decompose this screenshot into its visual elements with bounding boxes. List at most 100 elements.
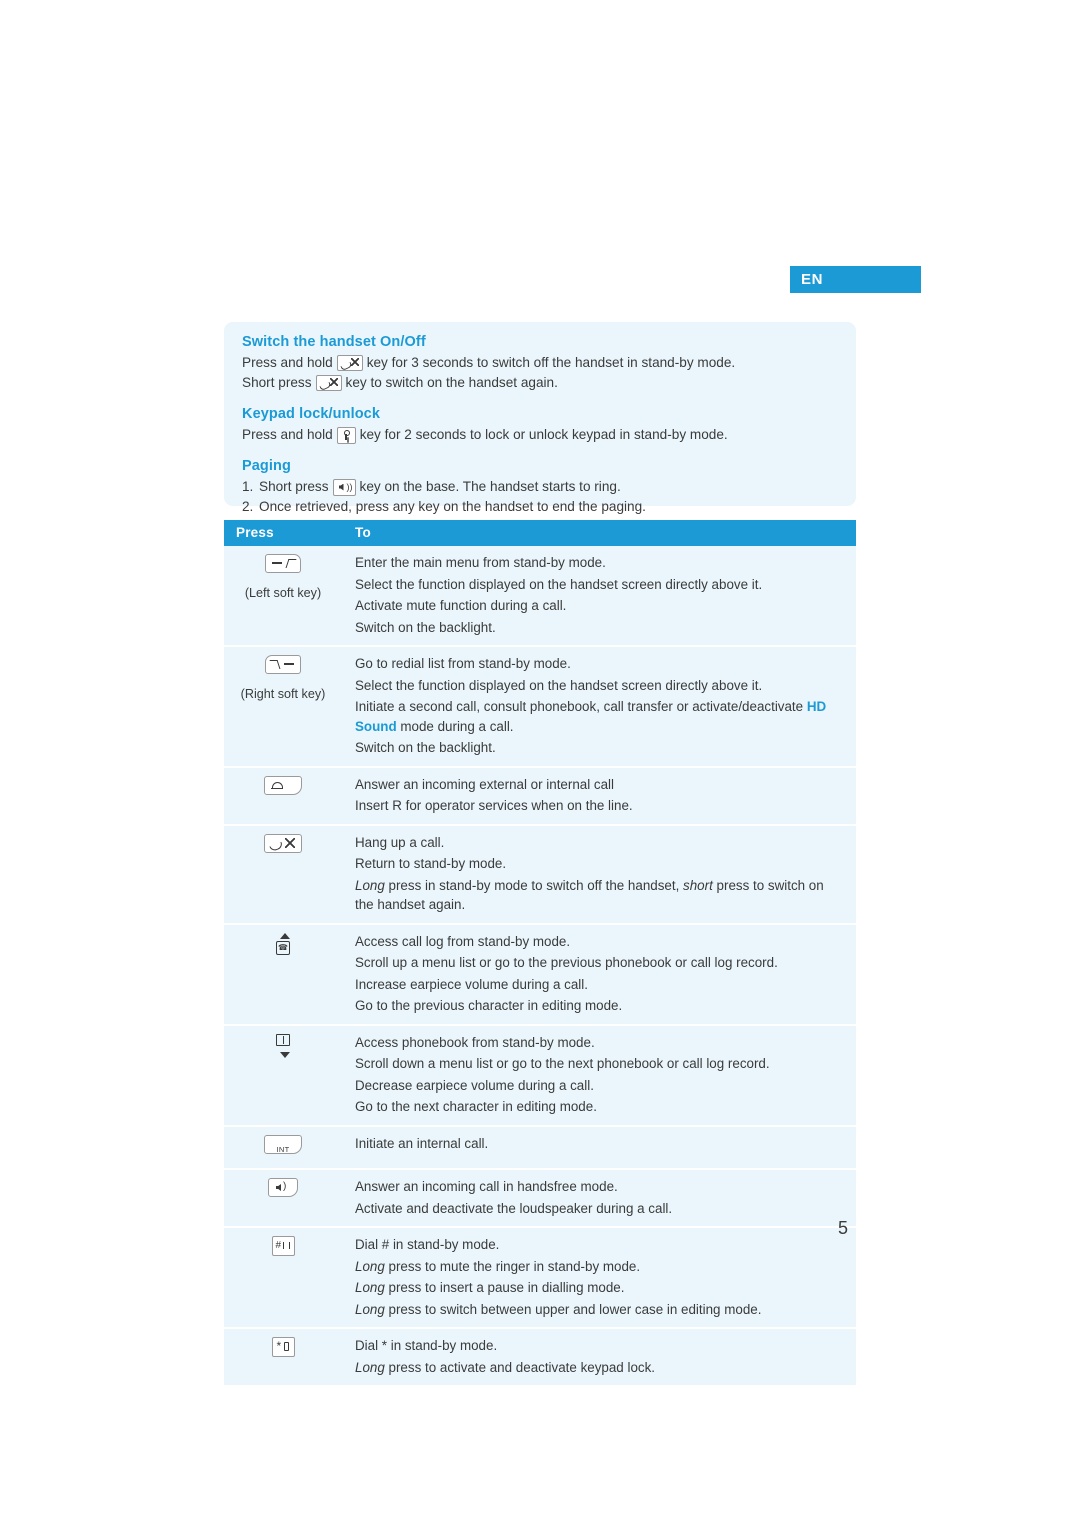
action-text: Access call log from stand-by mode. — [355, 933, 571, 949]
column-header-press: Press — [224, 520, 342, 546]
action-text: Go to the next character in editing mode… — [355, 1099, 597, 1114]
action-text: Switch on the backlight. — [355, 740, 496, 755]
action-text-long-press: Long press to activate and deactivate ke… — [355, 1359, 655, 1375]
instruction-line: 1. Short press key on the base. The hand… — [242, 477, 838, 497]
table-row: Access phonebook from stand-by mode. Scr… — [224, 1024, 856, 1127]
instruction-text-after: key for 3 seconds to switch off the hand… — [366, 355, 736, 370]
instruction-text-before: Press and hold — [242, 355, 333, 370]
description-cell: Dial * in stand-by mode. Long press to a… — [342, 1328, 856, 1387]
action-text: Select the function displayed on the han… — [355, 677, 763, 693]
intercom-key-icon — [264, 1134, 302, 1159]
table-row: (Right soft key) Go to redial list from … — [224, 646, 856, 768]
page-number: 5 — [838, 1218, 849, 1238]
instruction-text-before: Press and hold — [242, 427, 333, 442]
action-text: Activate and deactivate the loudspeaker … — [355, 1200, 673, 1216]
instruction-text-before: Short press — [242, 375, 312, 390]
key-cell — [224, 1328, 342, 1387]
description-cell: Initiate an internal call. — [342, 1125, 856, 1170]
action-text: Insert R for operator services when on t… — [355, 798, 633, 813]
talk-key-icon — [264, 775, 302, 795]
hd-sound-label: HD Sound — [355, 699, 827, 734]
instruction-line: Press and hold key for 2 seconds to lock… — [242, 425, 838, 445]
table-row: Dial # in stand-by mode. Long press to m… — [224, 1227, 856, 1329]
action-text-long-press: Long press to mute the ringer in stand-b… — [355, 1258, 641, 1274]
key-cell — [224, 766, 342, 826]
key-cell: (Left soft key) — [224, 546, 342, 647]
action-text-hd-sound: Initiate a second call, consult phoneboo… — [355, 699, 827, 734]
action-text-long-press: Long press in stand-by mode to switch of… — [355, 877, 824, 913]
key-cell — [224, 1024, 342, 1127]
hangup-key-icon — [336, 355, 363, 371]
emphasis-text: Long — [355, 1258, 385, 1274]
action-text-long-press: Long press to switch between upper and l… — [355, 1301, 762, 1317]
action-text-long-press: Long press to insert a pause in dialling… — [355, 1280, 625, 1295]
section-heading-paging: Paging — [242, 458, 291, 474]
table-row: (Left soft key) Enter the main menu from… — [224, 546, 856, 647]
action-text: Answer an incoming external or internal … — [355, 776, 615, 792]
hangup-key-icon — [264, 833, 302, 853]
instruction-line: Press and hold key for 3 seconds to swit… — [242, 353, 838, 373]
action-text: Dial # in stand-by mode. — [355, 1237, 500, 1252]
action-text: Go to redial list from stand-by mode. — [355, 656, 571, 671]
action-text: Select the function displayed on the han… — [355, 576, 763, 592]
instruction-text-before: Short press — [259, 479, 329, 494]
emphasis-text: Long — [355, 1280, 385, 1295]
star-key-icon — [271, 1337, 295, 1357]
description-cell: Access phonebook from stand-by mode. Scr… — [342, 1024, 856, 1127]
action-text: Access phonebook from stand-by mode. — [355, 1034, 595, 1050]
action-text: Decrease earpiece volume during a call. — [355, 1077, 594, 1093]
manual-page: EN Switch the handset On/Off Press and h… — [0, 0, 1080, 1528]
description-cell: Access call log from stand-by mode. Scro… — [342, 923, 856, 1026]
section-heading-switch-handset: Switch the handset On/Off — [242, 334, 426, 350]
key-cell — [224, 1227, 342, 1329]
key-cell — [224, 824, 342, 925]
keypad-lock-icon — [336, 426, 356, 444]
action-text: Switch on the backlight. — [355, 619, 496, 635]
description-cell: Answer an incoming call in handsfree mod… — [342, 1169, 856, 1228]
action-text: Scroll up a menu list or go to the previ… — [355, 955, 778, 970]
language-tab: EN — [790, 266, 921, 293]
action-text: Increase earpiece volume during a call. — [355, 976, 588, 992]
table-row: Initiate an internal call. — [224, 1125, 856, 1170]
key-cell: (Right soft key) — [224, 646, 342, 768]
description-cell: Enter the main menu from stand-by mode. … — [342, 546, 856, 647]
action-text: Answer an incoming call in handsfree mod… — [355, 1179, 618, 1194]
key-caption: (Right soft key) — [240, 686, 326, 701]
description-cell: Answer an incoming external or internal … — [342, 766, 856, 826]
up-call-log-key-icon: ☎ — [272, 932, 294, 957]
action-text: Dial * in stand-by mode. — [355, 1338, 498, 1353]
section-heading-keypad-lock: Keypad lock/unlock — [242, 406, 380, 422]
description-cell: Dial # in stand-by mode. Long press to m… — [342, 1227, 856, 1329]
key-functions-table: Press To (Left soft key) Enter the main … — [224, 520, 856, 1387]
instruction-text-after: key to switch on the handset again. — [345, 375, 558, 390]
list-number: 1. — [242, 479, 254, 494]
instruction-text-after: key for 2 seconds to lock or unlock keyp… — [359, 427, 728, 442]
hash-key-icon — [271, 1236, 295, 1256]
instruction-text-before: Once retrieved, press any key on the han… — [259, 499, 646, 514]
action-text: Go to the previous character in editing … — [355, 998, 623, 1013]
description-cell: Hang up a call. Return to stand-by mode.… — [342, 824, 856, 925]
table-row: Answer an incoming call in handsfree mod… — [224, 1169, 856, 1228]
action-text: Scroll down a menu list or go to the nex… — [355, 1056, 770, 1071]
table-header-row: Press To — [224, 520, 856, 546]
paging-key-icon — [332, 478, 356, 496]
action-text: Initiate an internal call. — [355, 1135, 489, 1151]
table-row: Answer an incoming external or internal … — [224, 766, 856, 826]
table-row: Dial * in stand-by mode. Long press to a… — [224, 1328, 856, 1387]
instruction-line: 2. Once retrieved, press any key on the … — [242, 497, 838, 517]
action-text: Hang up a call. — [355, 834, 445, 850]
emphasis-text: Long — [355, 1301, 385, 1317]
hangup-key-icon — [315, 375, 342, 391]
key-caption: (Left soft key) — [244, 585, 322, 600]
speakerphone-key-icon — [268, 1178, 298, 1197]
column-header-to: To — [342, 520, 856, 546]
table-row: Hang up a call. Return to stand-by mode.… — [224, 824, 856, 925]
action-text: Return to stand-by mode. — [355, 856, 507, 871]
key-cell — [224, 1125, 342, 1170]
left-soft-key-icon — [265, 554, 301, 573]
right-soft-key-icon — [265, 655, 301, 674]
action-text: Enter the main menu from stand-by mode. — [355, 555, 606, 570]
emphasis-text: short — [683, 877, 713, 893]
instruction-line: Short press key to switch on the handset… — [242, 373, 838, 393]
down-phonebook-key-icon — [272, 1033, 294, 1060]
